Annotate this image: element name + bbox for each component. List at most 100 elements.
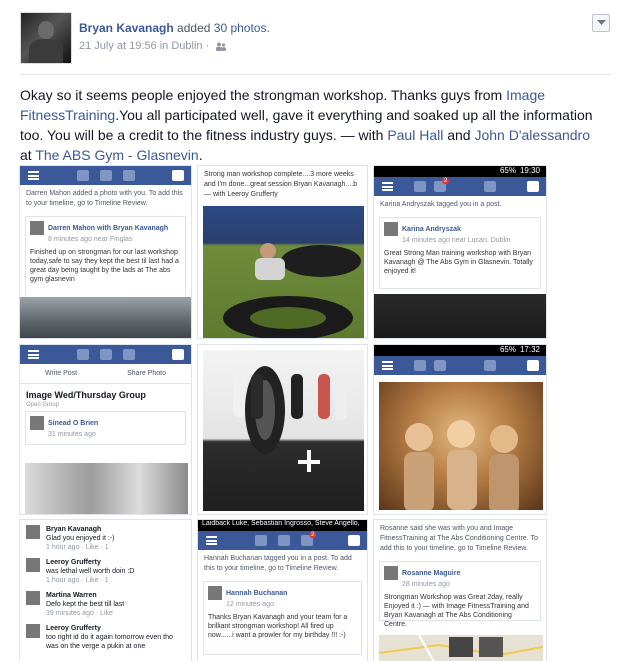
clock: 17:32 [519, 345, 540, 354]
photo-tile[interactable]: Bryan Kavanagh Glad you enjoyed it :-) 1 h… [19, 519, 192, 661]
friends-audience-icon[interactable] [216, 42, 227, 51]
group-photo [203, 350, 364, 511]
gym-photo-strip [374, 294, 546, 338]
post-body: Finished up on strongman for our last wo… [30, 249, 179, 283]
post-time: 28 minutes ago [402, 581, 450, 588]
friends-list-icon [172, 170, 184, 181]
fb-app-bar: 2 [198, 531, 367, 550]
avatar [26, 525, 40, 539]
phone-status-bar: 65% 17:32 [374, 345, 546, 356]
post-card: Darren Mahon with Bryan Kavanagh 8 minut… [25, 216, 186, 310]
battery-level: 65% [499, 345, 516, 354]
phone-status-bar: Laidback Luke, Sebastian Ingrosso, Steve… [198, 520, 367, 531]
post-options-button[interactable] [592, 14, 610, 32]
messages-icon [100, 349, 112, 360]
share-photo-button[interactable]: Share Photo [127, 370, 166, 377]
fb-app-bar [374, 356, 546, 375]
photo-gallery: Darren Mahon added a photo with you. To … [0, 165, 631, 661]
commenter-name[interactable]: Bryan Kavanagh [46, 526, 101, 533]
avatar [26, 591, 40, 605]
post-body: Thanks Bryan Kavanagh and your team for … [208, 614, 348, 639]
tagged-note: Hannah Buchanan tagged you in a post. To… [204, 555, 352, 572]
post-card: Hannah Buchanan 12 minutes ago Thanks Br… [203, 581, 362, 655]
comment: Leeroy Grufferty too right id do it again… [26, 624, 185, 651]
tyre-flip-photo [203, 206, 364, 338]
avatar [30, 416, 44, 430]
fb-app-bar [20, 166, 191, 185]
gym-photo-strip [20, 297, 191, 338]
group-subtitle: Open Group [26, 402, 60, 408]
post-text-5: . [198, 147, 203, 163]
comment-meta: 1 hour ago · Like · 1 [46, 544, 109, 551]
clock: 19:30 [519, 166, 540, 175]
comment-meta: 39 minutes ago · Like [46, 610, 113, 617]
friend-requests-icon [414, 181, 426, 192]
tagged-note: Karina Andryszak tagged you in a post. [380, 201, 502, 208]
commenter-name[interactable]: Leeroy Grufferty [46, 559, 101, 566]
john-dalessandro-link[interactable]: John D'alessandro [474, 127, 590, 143]
photo-tile[interactable] [197, 344, 368, 515]
poster-name: Rosanne Maguire [402, 569, 461, 577]
post-time: 31 minutes ago [48, 431, 96, 438]
globe-icon [484, 181, 496, 192]
photo-tile[interactable]: Rosanne said she was with you and Image … [373, 519, 547, 661]
author-avatar[interactable] [20, 12, 72, 64]
group-illustration [233, 366, 347, 472]
comment-text: too right id do it again tomorrow even t… [46, 634, 173, 650]
selfie-photo [379, 382, 543, 510]
post-text-3: and [443, 127, 475, 143]
friend-requests-icon [414, 360, 426, 371]
comment: Martina Warren Defo kept the best till la… [26, 591, 185, 618]
comment: Leeroy Grufferty was lethal well worth do… [26, 558, 185, 585]
abs-gym-link[interactable]: The ABS Gym - Glasnevin [35, 147, 198, 163]
friends-list-icon [527, 181, 539, 192]
menu-icon [382, 361, 393, 370]
paul-hall-link[interactable]: Paul Hall [387, 127, 443, 143]
post-body: Strongman Workshop was Great 2day, reall… [384, 594, 529, 628]
composer-actions: Write Post Share Photo [20, 364, 191, 384]
timestamp-link[interactable]: 21 July at 19:56 [79, 40, 157, 52]
action-period: . [266, 21, 270, 35]
comment-text: was lethal well worth doin :D [46, 568, 135, 575]
photo-tile[interactable]: Strong man workshop complete....3 more w… [197, 165, 368, 339]
photo-tile[interactable]: Laidback Luke, Sebastian Ingrosso, Steve… [197, 519, 368, 661]
selfie-illustration [404, 420, 519, 510]
post-message: Okay so it seems people enjoyed the stro… [20, 85, 600, 165]
photo-count-link[interactable]: 30 photos [214, 21, 267, 35]
map-illustration [379, 635, 543, 661]
poster-name: Hannah Buchanan [226, 589, 288, 597]
action-text: added [177, 21, 211, 35]
map-preview [379, 635, 543, 661]
post-text-1: Okay so it seems people enjoyed the stro… [20, 87, 507, 103]
photo-tile[interactable]: 65% 19:30 2 Karina Andryszak tagged you i… [373, 165, 547, 339]
menu-icon [382, 182, 393, 191]
poster-name: Darren Mahon with Bryan Kavanagh [48, 224, 169, 232]
notification-badge: 2 [309, 532, 317, 538]
author-name-link[interactable]: Bryan Kavanagh [79, 21, 174, 35]
avatar [208, 586, 222, 600]
post-card: Karina Andryszak 14 minutes ago near Luc… [379, 217, 541, 289]
friends-list-icon [527, 360, 539, 371]
avatar [30, 221, 44, 235]
photo-tile[interactable]: Write Post Share Photo Image Wed/Thursda… [19, 344, 192, 515]
battery-level: 65% [499, 166, 516, 175]
post-time: 14 minutes ago near Lucan, Dublin [402, 237, 511, 244]
now-playing-text: Laidback Luke, Sebastian Ingrosso, Steve… [202, 520, 360, 527]
commenter-name[interactable]: Leeroy Grufferty [46, 625, 101, 632]
commenter-name[interactable]: Martina Warren [46, 592, 97, 599]
friend-requests-icon [77, 349, 89, 360]
comment-text: Defo kept the best till last [46, 601, 125, 608]
friend-requests-icon [77, 170, 89, 181]
friends-list-icon [172, 349, 184, 360]
messages-icon [278, 535, 290, 546]
post-time: 8 minutes ago near Finglas [48, 236, 133, 243]
notifications-icon [123, 349, 135, 360]
comment-meta: 1 hour ago · Like · 1 [46, 577, 109, 584]
write-post-button[interactable]: Write Post [45, 370, 77, 377]
photo-tile[interactable]: Darren Mahon added a photo with you. To … [19, 165, 192, 339]
notification-badge: 2 [442, 178, 450, 184]
location-link[interactable]: Dublin [171, 40, 202, 52]
photo-tile[interactable]: 65% 17:32 [373, 344, 547, 515]
avatar [26, 624, 40, 638]
globe-icon [484, 360, 496, 371]
